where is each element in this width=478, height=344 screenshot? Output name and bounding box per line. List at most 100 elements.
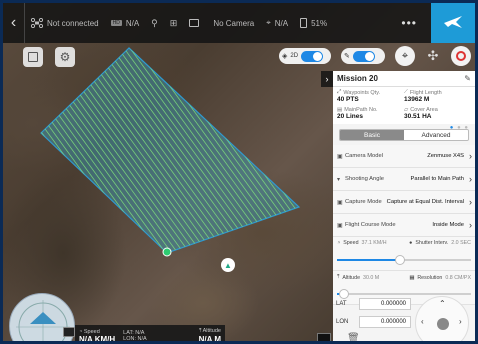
gear-icon: ⚙ xyxy=(59,50,71,64)
back-button[interactable]: ‹ xyxy=(3,3,25,43)
waypoints-stat: ⤢ Waypoints Qty. 40 PTS xyxy=(337,89,404,103)
chevron-right-icon: › xyxy=(469,174,472,184)
connection-status-text: Not connected xyxy=(47,18,99,28)
gps-value: N/A xyxy=(274,18,289,28)
more-menu-button[interactable]: ••• xyxy=(387,16,431,30)
aircraft-status-button[interactable]: ✣ xyxy=(423,46,443,66)
flight-course-value: Inside Mode xyxy=(432,222,464,228)
satellite-status: ⚲ xyxy=(145,3,164,43)
tab-advanced[interactable]: Advanced xyxy=(404,130,468,140)
telemetry-altitude-value: N/A M xyxy=(198,335,221,344)
altitude-telemetry: ⤒ Altitude N/A M xyxy=(195,325,225,344)
telemetry-speed-value: N/A KM/H xyxy=(79,334,116,344)
telemetry-altitude-label: ⤒ Altitude xyxy=(198,328,221,334)
angle-icon: ▾ xyxy=(337,176,341,183)
map-layer-switch[interactable] xyxy=(352,50,375,62)
tab-basic[interactable]: Basic xyxy=(340,130,404,140)
record-icon xyxy=(456,51,466,61)
locate-button[interactable]: ⌖ xyxy=(395,46,415,66)
capture-mode-value: Capture at Equal Dist. Interval xyxy=(386,199,464,205)
chevron-right-icon: › xyxy=(469,220,472,230)
speed-slider-handle[interactable] xyxy=(394,255,405,265)
speed-slider[interactable] xyxy=(337,255,471,265)
battery-status: 51% xyxy=(294,3,333,43)
mission-title: Mission 20 xyxy=(337,74,378,83)
flight-course-label: Flight Course Mode xyxy=(345,222,396,228)
mission-header: Mission 20 ✎ xyxy=(333,71,475,87)
shutter-label: Shutter Interv. xyxy=(415,240,449,246)
lon-field[interactable]: LON 0.000000 xyxy=(333,315,411,329)
cover-area-stat: ▱ Cover Area 30.51 HA xyxy=(404,107,471,120)
camera-thumbnail-button[interactable] xyxy=(317,333,331,341)
arrow-right-icon[interactable]: › xyxy=(459,317,462,326)
camera-status-text: No Camera xyxy=(213,18,255,28)
record-button[interactable] xyxy=(451,46,471,66)
altitude-slider[interactable] xyxy=(337,289,471,299)
speed-slider-block: ◔ Speed 37.1 KM/H ● Shutter Interv. 2.0 … xyxy=(333,237,475,271)
crosshair-icon: ⌖ xyxy=(401,49,409,62)
lon-input[interactable]: 0.000000 xyxy=(359,316,411,328)
lat-field[interactable]: LAT 0.000000 xyxy=(333,297,411,311)
arrow-left-icon[interactable]: ‹ xyxy=(421,317,424,326)
camera-model-row[interactable]: ▣ Camera Model Zenmuse X4S › xyxy=(333,145,475,168)
layers-icon: ◈ xyxy=(282,53,288,60)
top-status-bar: ‹ Not connected HD N/A ⚲ ⊞ No Camera ⌖ N… xyxy=(3,3,475,43)
view-mode-switch[interactable] xyxy=(301,50,324,62)
camera-icon xyxy=(189,19,200,27)
waypoint-nudge-pad[interactable]: ⌃ ‹ › xyxy=(415,296,469,341)
ruler-icon: ⟋ xyxy=(404,89,408,95)
speed-icon: ◔ xyxy=(337,240,341,246)
cover-area-value: 30.51 HA xyxy=(404,113,432,120)
waypoints-label: Waypoints Qty. xyxy=(343,89,381,96)
shutter-value: 2.0 SEC xyxy=(451,240,471,246)
gps-icon: ⌖ xyxy=(266,18,271,27)
shooting-angle-row[interactable]: ▾ Shooting Angle Parallel to Main Path › xyxy=(333,168,475,191)
chevron-right-icon: › xyxy=(469,197,472,207)
altitude-value: 30.0 M xyxy=(363,274,380,281)
delete-button[interactable]: 🗑 xyxy=(347,333,360,341)
aircraft-icon: ✣ xyxy=(427,48,439,63)
lon-label: LON xyxy=(336,319,349,325)
panel-collapse-button[interactable]: › xyxy=(321,71,333,87)
settings-button[interactable]: ⚙ xyxy=(55,47,75,67)
camera-icon: ▣ xyxy=(337,153,343,160)
plane-logo-icon xyxy=(442,15,464,31)
shooting-angle-label: Shooting Angle xyxy=(345,176,385,182)
home-icon: ▲ xyxy=(224,260,232,270)
camera-status: No Camera xyxy=(183,3,260,43)
map-layer-toggle[interactable]: ✎ xyxy=(341,48,385,64)
remote-controller-status: ⊞ xyxy=(164,3,184,43)
mission-stats: ⤢ Waypoints Qty. 40 PTS ⟋ Flight Length 13… xyxy=(333,87,475,124)
capture-mode-row[interactable]: ▣ Capture Mode Capture at Equal Dist. In… xyxy=(333,191,475,214)
map-view[interactable]: ▲ ‹ Not connected HD N/A ⚲ ⊞ No Camera ⌖ xyxy=(0,0,478,344)
capture-mode-label: Capture Mode xyxy=(345,199,382,205)
mainpath-value: 20 Lines xyxy=(337,113,364,120)
controller-icon: ⊞ xyxy=(169,17,178,28)
arrow-up-icon[interactable]: ⌃ xyxy=(439,299,446,308)
chevron-right-icon: › xyxy=(325,74,329,84)
edit-pencil-icon: ✎ xyxy=(344,53,350,60)
edit-title-icon[interactable]: ✎ xyxy=(464,74,471,83)
camera-view-button[interactable] xyxy=(63,327,75,337)
flight-length-value: 13962 M xyxy=(404,96,430,103)
shooting-angle-value: Parallel to Main Path xyxy=(410,176,465,182)
app-logo-button[interactable] xyxy=(431,3,475,43)
lat-label: LAT xyxy=(336,301,347,307)
nudge-center-button[interactable] xyxy=(437,318,449,330)
home-point-marker[interactable]: ▲ xyxy=(221,258,235,272)
shutter-icon: ● xyxy=(409,240,413,246)
view-mode-toggle[interactable]: ◈ 2D xyxy=(279,48,331,64)
altitude-label: Altitude xyxy=(342,274,361,281)
chevron-left-icon: ‹ xyxy=(10,14,17,31)
page-indicator[interactable]: ● ● ● xyxy=(450,125,469,131)
battery-icon xyxy=(300,18,308,28)
save-mission-button[interactable] xyxy=(23,47,43,67)
battery-value: 51% xyxy=(311,18,328,28)
position-telemetry: LAT: N/A LON: N/A xyxy=(119,325,151,341)
connection-status: Not connected xyxy=(25,3,105,43)
waypoints-value: 40 PTS xyxy=(337,96,359,103)
drone-icon xyxy=(31,18,43,28)
flight-course-row[interactable]: ▣ Flight Course Mode Inside Mode › xyxy=(333,214,475,237)
lat-input[interactable]: 0.000000 xyxy=(359,298,411,310)
flight-length-label: Flight Length xyxy=(409,89,442,96)
